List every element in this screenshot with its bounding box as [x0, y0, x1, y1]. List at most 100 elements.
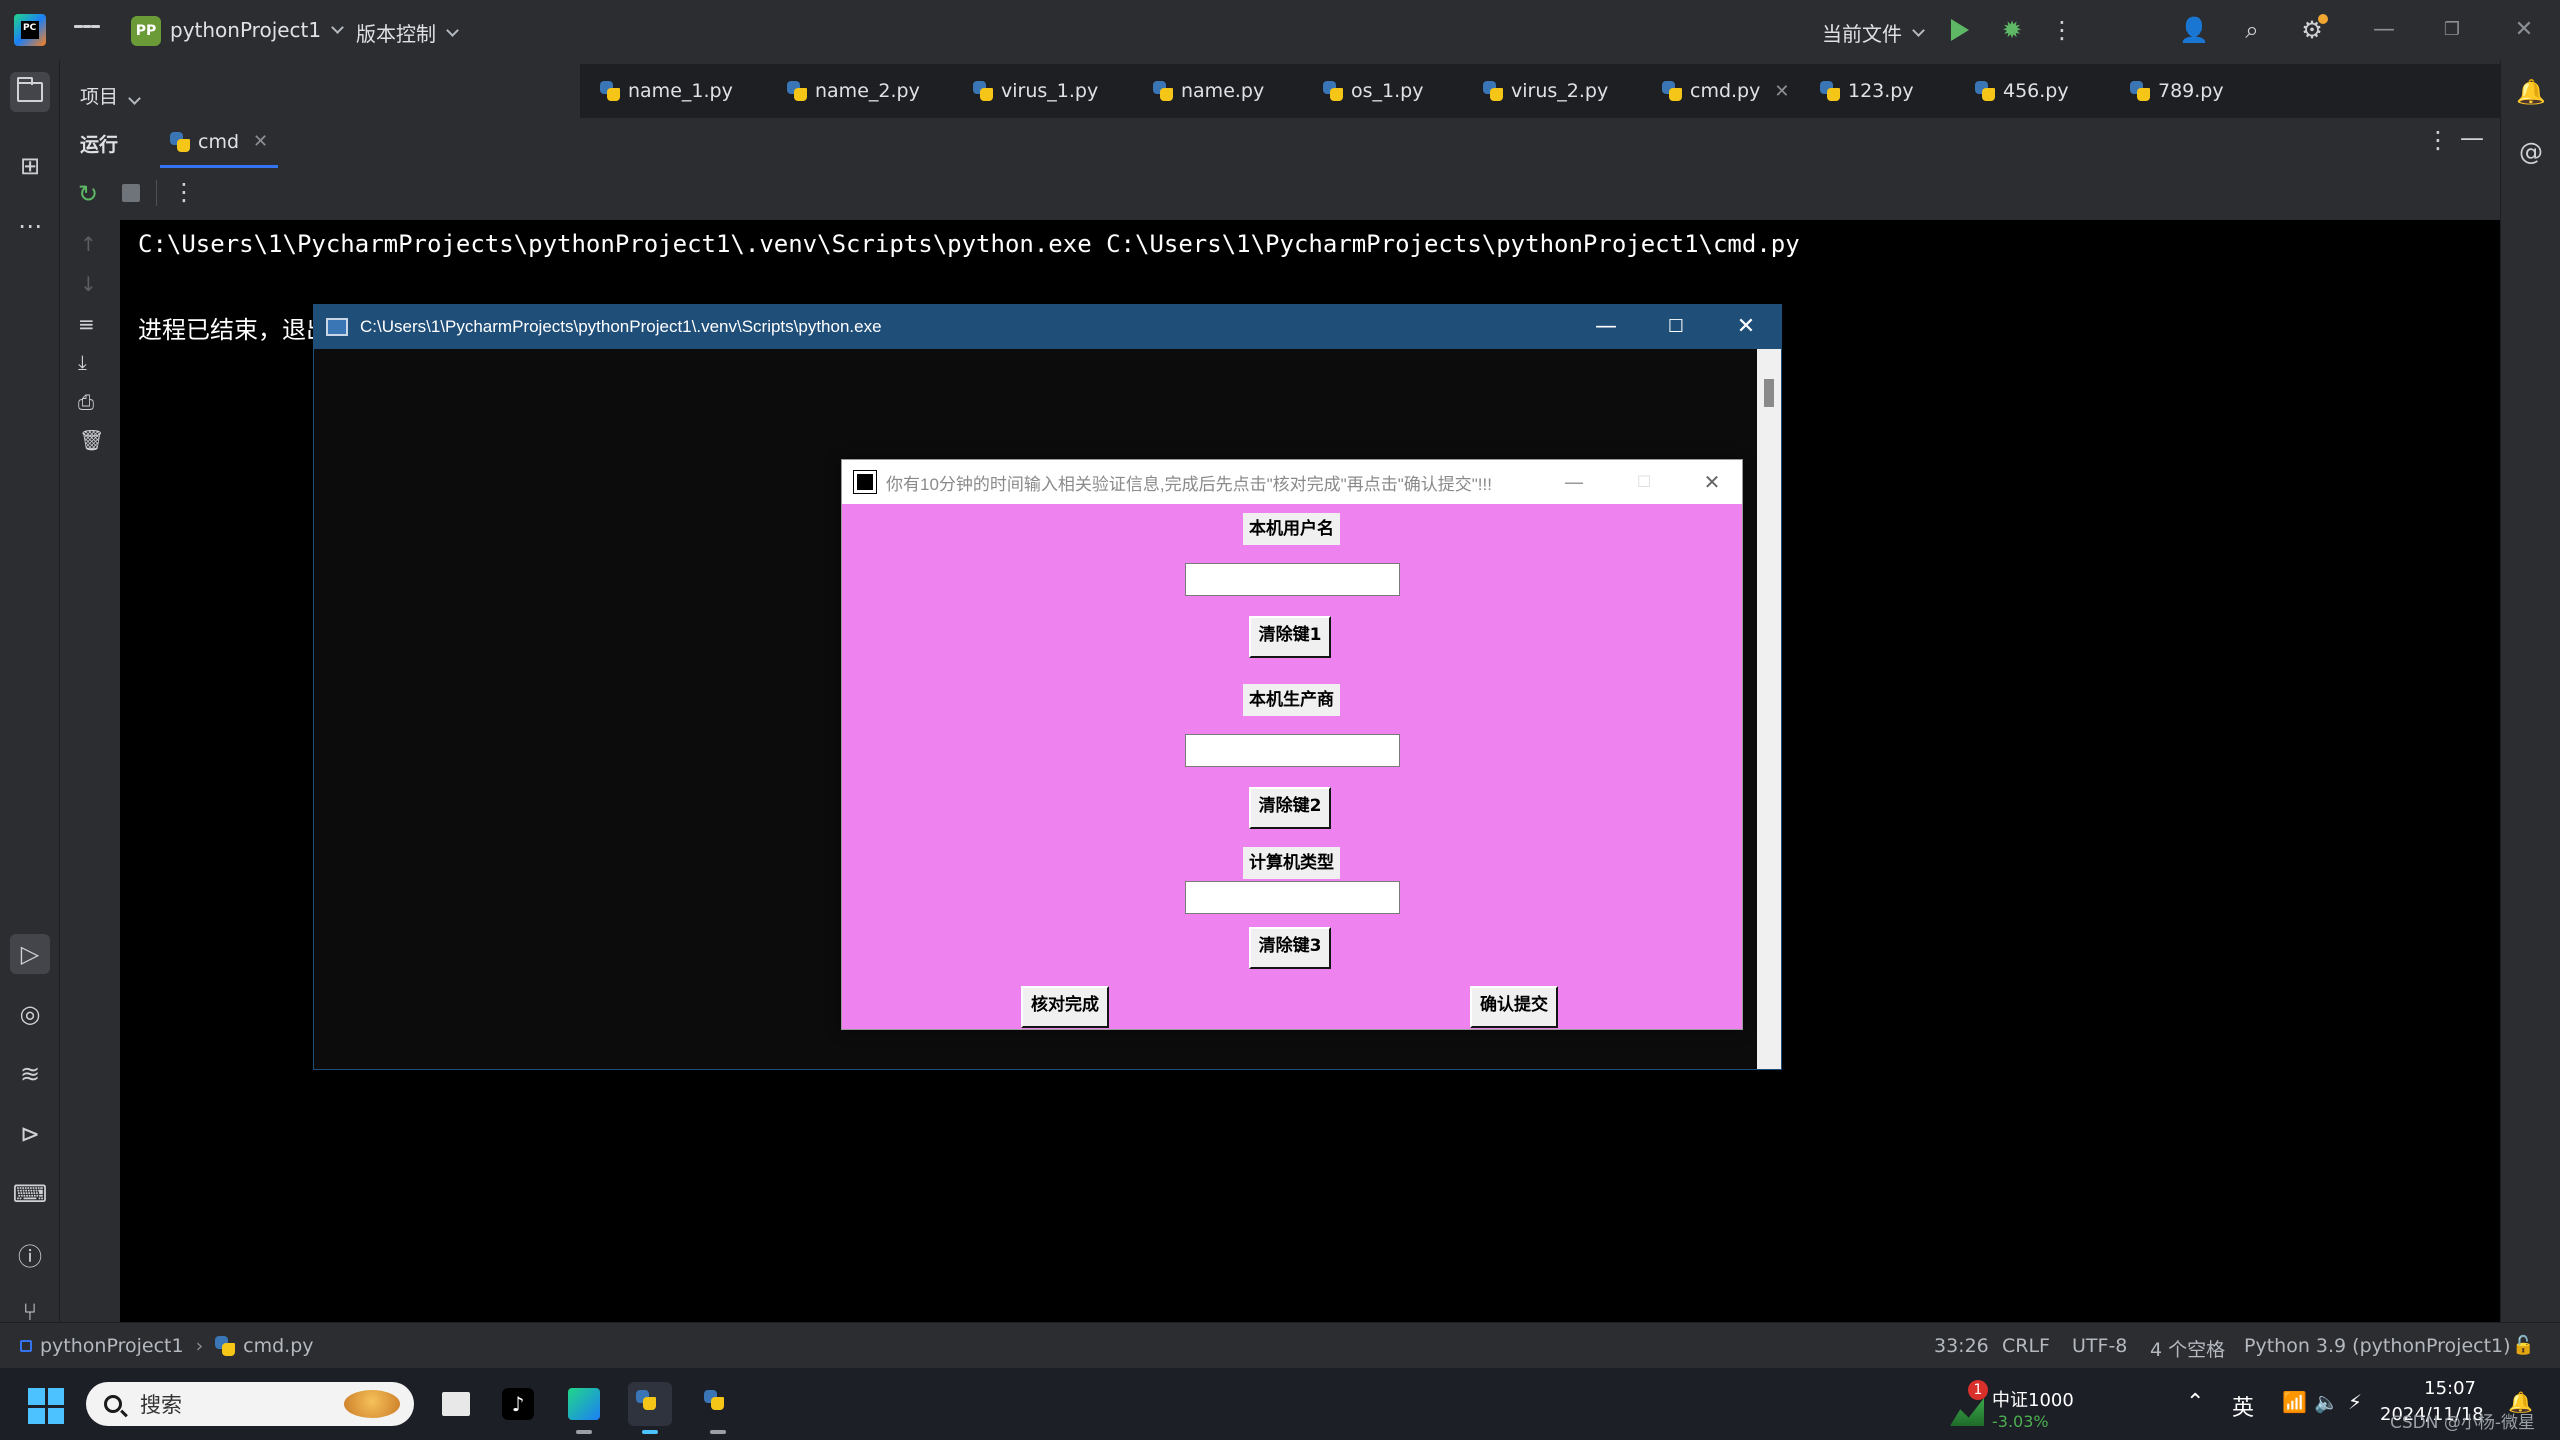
computer-type-input[interactable] — [1185, 881, 1400, 914]
project-badge[interactable]: PP — [131, 16, 161, 46]
maximize-icon[interactable]: ☐ — [1643, 305, 1709, 349]
tab-label: 456.py — [2003, 80, 2069, 102]
python-taskbar-icon[interactable] — [628, 1382, 672, 1434]
line-ending[interactable]: CRLF — [2002, 1335, 2050, 1357]
breadcrumb-project[interactable]: pythonProject1 — [40, 1335, 184, 1357]
console-window-titlebar[interactable]: C:\Users\1\PycharmProjects\pythonProject… — [314, 305, 1781, 349]
terminal-icon[interactable]: ⌨ — [10, 1174, 50, 1214]
logo-text: PC — [23, 23, 37, 33]
close-icon[interactable]: ✕ — [1682, 460, 1742, 504]
minimize-icon[interactable]: — — [1544, 460, 1604, 504]
scroll-to-end-icon[interactable]: ⤓ — [78, 350, 87, 374]
tray-chevron-up-icon[interactable]: ⌃ — [2186, 1390, 2204, 1415]
indent-setting[interactable]: 4 个空格 — [2150, 1335, 2225, 1362]
divider — [156, 180, 157, 206]
python-exe-icon — [326, 318, 348, 336]
watermark-text: CSDN @小杨-微星 — [2390, 1413, 2536, 1433]
structure-icon[interactable]: ⊞ — [10, 146, 50, 186]
windows-taskbar: 搜索 ♪ 1 中证1000 -3.03% ⌃ 英 📶 🔈 ⚡ 15:07 202… — [0, 1368, 2560, 1440]
problems-icon[interactable]: ⓘ — [10, 1234, 50, 1274]
run-tool-icon[interactable]: ▷ — [10, 934, 50, 974]
python-interpreter[interactable]: Python 3.9 (pythonProject1) — [2244, 1335, 2511, 1357]
close-icon[interactable]: ✕ — [1713, 305, 1779, 349]
run-icon[interactable] — [1944, 14, 1976, 46]
run-tab-cmd[interactable]: cmd ✕ — [160, 118, 279, 168]
scrollbar-thumb[interactable] — [1764, 379, 1774, 407]
add-user-icon[interactable]: 👤 — [2178, 14, 2210, 46]
hide-panel-icon[interactable]: — — [2460, 124, 2484, 152]
editor-tab[interactable]: virus_2.py — [1483, 64, 1608, 118]
breadcrumb-file[interactable]: cmd.py — [243, 1335, 313, 1357]
minimize-icon[interactable]: — — [1573, 305, 1639, 349]
close-icon[interactable]: ✕ — [2504, 12, 2544, 48]
lock-icon[interactable]: 🔓 — [2512, 1335, 2534, 1356]
editor-tab[interactable]: os_1.py — [1323, 64, 1423, 118]
main-menu-icon[interactable] — [74, 18, 101, 40]
options-icon[interactable]: ⋮ — [2426, 126, 2450, 154]
restore-icon[interactable]: ❐ — [2432, 12, 2472, 48]
volume-icon[interactable]: 🔈 — [2314, 1390, 2339, 1414]
username-label: 本机用户名 — [1243, 513, 1340, 545]
pycharm-taskbar-icon[interactable] — [562, 1382, 606, 1434]
windows-start-icon[interactable] — [28, 1388, 64, 1424]
project-panel-toggle[interactable]: 项目 — [80, 82, 141, 109]
run-config-selector[interactable]: 当前文件 — [1822, 18, 1925, 47]
services-icon[interactable]: ⊳ — [10, 1114, 50, 1154]
more-icon[interactable]: ⋮ — [172, 178, 196, 206]
python-file-icon — [1820, 81, 1840, 101]
editor-tab[interactable]: name_2.py — [787, 64, 920, 118]
manufacturer-input[interactable] — [1185, 734, 1400, 767]
ime-indicator[interactable]: 英 — [2232, 1390, 2254, 1422]
clear-button-1[interactable]: 清除键1 — [1249, 616, 1331, 658]
dialog-titlebar[interactable]: 你有10分钟的时间输入相关验证信息,完成后先点击"核对完成"再点击"确认提交"!… — [842, 460, 1742, 504]
rerun-icon[interactable]: ↻ — [78, 180, 98, 208]
console-command-line: C:\Users\1\PycharmProjects\pythonProject… — [138, 230, 1800, 258]
close-tab-icon[interactable]: ✕ — [253, 131, 268, 152]
notifications-bell-icon[interactable]: 🔔 — [2511, 72, 2551, 112]
pycharm-logo-icon[interactable]: PC — [14, 14, 46, 46]
python-file-icon — [1323, 81, 1343, 101]
clear-button-2[interactable]: 清除键2 — [1249, 787, 1331, 829]
chevron-down-icon — [1912, 23, 1925, 37]
editor-tab[interactable]: name.py — [1153, 64, 1264, 118]
debug-icon[interactable]: ✹ — [1996, 14, 2028, 46]
editor-tab[interactable]: 456.py — [1975, 64, 2069, 118]
close-tab-icon[interactable]: ✕ — [1774, 81, 1789, 102]
python-console-icon[interactable]: ◎ — [10, 994, 50, 1034]
file-encoding[interactable]: UTF-8 — [2072, 1335, 2127, 1357]
minimize-icon[interactable]: — — [2364, 12, 2404, 48]
editor-tab[interactable]: 123.py — [1820, 64, 1914, 118]
search-icon[interactable]: ⌕ — [2236, 14, 2268, 46]
python-file-icon — [1662, 81, 1682, 101]
taskbar-search[interactable]: 搜索 — [86, 1382, 414, 1426]
python-taskbar-icon-2[interactable] — [696, 1382, 740, 1434]
run-config-label: 当前文件 — [1822, 22, 1902, 46]
editor-tab-active[interactable]: cmd.py ✕ — [1662, 64, 1789, 118]
trash-icon[interactable]: 🗑 — [79, 428, 104, 452]
scroll-up-icon[interactable]: ↑ — [80, 232, 97, 256]
verify-complete-button[interactable]: 核对完成 — [1021, 986, 1109, 1028]
file-explorer-icon[interactable] — [434, 1382, 478, 1426]
clear-button-3[interactable]: 清除键3 — [1249, 927, 1331, 969]
tiktok-icon[interactable]: ♪ — [496, 1382, 540, 1426]
cursor-position[interactable]: 33:26 — [1934, 1335, 1989, 1357]
console-scrollbar[interactable] — [1757, 349, 1781, 1069]
layers-icon[interactable]: ≋ — [10, 1054, 50, 1094]
project-folder-icon[interactable] — [10, 72, 50, 112]
scroll-down-icon[interactable]: ↓ — [80, 272, 97, 296]
editor-tab[interactable]: name_1.py — [600, 64, 733, 118]
more-tools-icon[interactable]: ⋯ — [10, 206, 50, 246]
editor-tab[interactable]: virus_1.py — [973, 64, 1098, 118]
soft-wrap-icon[interactable]: ≡ — [78, 312, 95, 336]
confirm-submit-button[interactable]: 确认提交 — [1470, 986, 1558, 1028]
battery-icon[interactable]: ⚡ — [2348, 1390, 2362, 1414]
ai-assistant-icon[interactable]: @ — [2511, 132, 2551, 172]
print-icon[interactable]: ⎙ — [78, 390, 94, 414]
project-selector[interactable]: pythonProject1 — [170, 18, 344, 42]
more-actions-icon[interactable]: ⋮ — [2046, 14, 2078, 46]
editor-tab[interactable]: 789.py — [2130, 64, 2224, 118]
vcs-menu[interactable]: 版本控制 — [356, 18, 459, 47]
stop-icon[interactable] — [122, 184, 140, 202]
username-input[interactable] — [1185, 563, 1400, 596]
wifi-icon[interactable]: 📶 — [2282, 1390, 2307, 1414]
